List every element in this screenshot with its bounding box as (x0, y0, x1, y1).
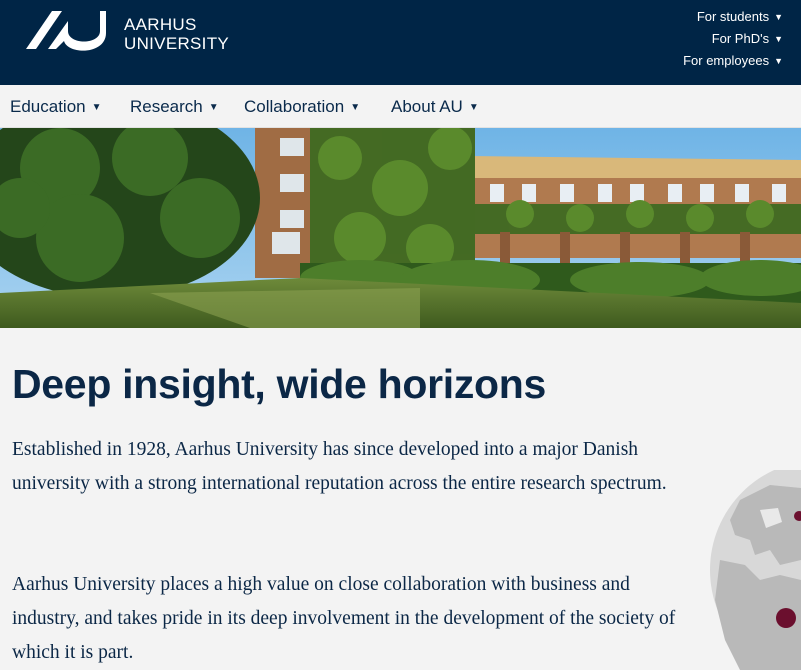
link-label: For employees (683, 53, 770, 68)
intro-paragraph-2: Aarhus University places a high value on… (12, 574, 676, 663)
nav-label: Collaboration (244, 97, 345, 116)
university-name[interactable]: AARHUS UNIVERSITY (124, 15, 229, 53)
top-header: AARHUS UNIVERSITY For students ▼ For PhD'… (0, 0, 801, 85)
link-label: For PhD's (711, 31, 770, 46)
chevron-down-icon: ▼ (208, 102, 219, 113)
link-label: For students (696, 9, 770, 24)
brand-line-2: UNIVERSITY (124, 34, 230, 53)
nav-item-education[interactable]: Education ▼ (10, 97, 102, 117)
chevron-down-icon: ▼ (468, 102, 479, 113)
nav-label: Research (130, 97, 203, 116)
link-for-phds[interactable]: For PhD's ▼ (683, 28, 783, 50)
link-for-employees[interactable]: For employees ▼ (683, 50, 783, 72)
chevron-down-icon: ▼ (774, 34, 783, 44)
nav-item-collaboration[interactable]: Collaboration ▼ (244, 97, 360, 117)
page-headline: Deep insight, wide horizons (12, 361, 547, 407)
nav-label: About AU (391, 97, 463, 116)
chevron-down-icon: ▼ (774, 56, 783, 66)
main-navigation: Education ▼ Research ▼ Collaboration ▼ Abou… (0, 85, 801, 128)
utility-links: For students ▼ For PhD's ▼ For employees ▼ (683, 6, 783, 72)
nav-item-research[interactable]: Research ▼ (130, 97, 219, 117)
globe-map-icon (710, 470, 801, 670)
au-logo-icon[interactable] (24, 9, 106, 53)
chevron-down-icon: ▼ (91, 102, 102, 113)
link-for-students[interactable]: For students ▼ (683, 6, 783, 28)
brand-line-1: AARHUS (124, 15, 197, 34)
chevron-down-icon: ▼ (774, 12, 783, 22)
intro-paragraph-1: Established in 1928, Aarhus University h… (12, 439, 667, 494)
campus-hero-image (0, 128, 801, 328)
chevron-down-icon: ▼ (350, 102, 361, 113)
nav-item-about-au[interactable]: About AU ▼ (391, 97, 479, 117)
nav-label: Education (10, 97, 86, 116)
